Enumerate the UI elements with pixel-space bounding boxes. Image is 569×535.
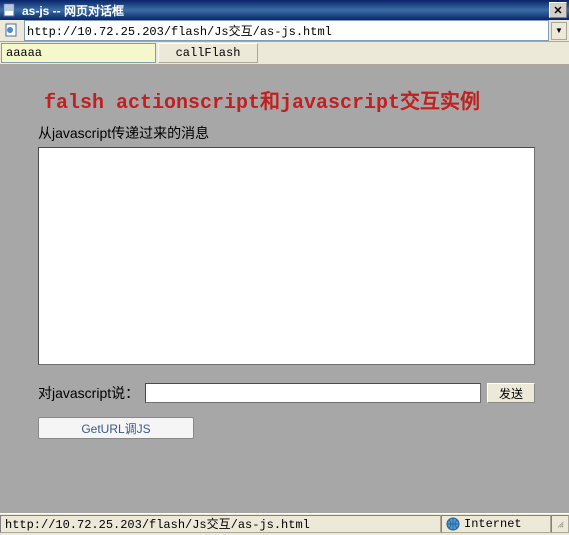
geturl-row: GetURL调JS (8, 403, 561, 439)
address-bar: http://10.72.25.203/flash/Js交互/as-js.htm… (0, 20, 569, 42)
message-label: 从javascript传递过来的消息 (8, 121, 561, 147)
status-zone-label: Internet (464, 517, 522, 531)
status-zone: Internet (441, 515, 551, 533)
window-titlebar: as-js -- 网页对话框 ✕ (0, 0, 569, 20)
close-button[interactable]: ✕ (549, 2, 567, 18)
status-bar: http://10.72.25.203/flash/Js交互/as-js.htm… (0, 513, 569, 533)
resize-grip[interactable] (551, 515, 569, 533)
address-url[interactable]: http://10.72.25.203/flash/Js交互/as-js.htm… (24, 20, 549, 41)
address-dropdown[interactable]: ▼ (551, 22, 567, 40)
send-button[interactable]: 发送 (487, 383, 535, 403)
callflash-button[interactable]: callFlash (158, 43, 258, 63)
content-area: falsh actionscript和javascript交互实例 从javas… (0, 65, 569, 519)
page-heading: falsh actionscript和javascript交互实例 (8, 73, 561, 121)
geturl-button[interactable]: GetURL调JS (38, 417, 194, 439)
send-input[interactable] (145, 383, 481, 403)
globe-icon (446, 517, 460, 531)
message-display (38, 147, 535, 365)
ie-page-icon (5, 23, 21, 39)
window-title: as-js -- 网页对话框 (22, 2, 549, 19)
toolbar: callFlash (0, 42, 569, 65)
status-url: http://10.72.25.203/flash/Js交互/as-js.htm… (0, 515, 441, 533)
flash-input[interactable] (1, 43, 156, 63)
ie-page-icon (2, 2, 18, 18)
send-label: 对javascript说： (38, 383, 139, 403)
send-row: 对javascript说： 发送 (8, 365, 561, 403)
